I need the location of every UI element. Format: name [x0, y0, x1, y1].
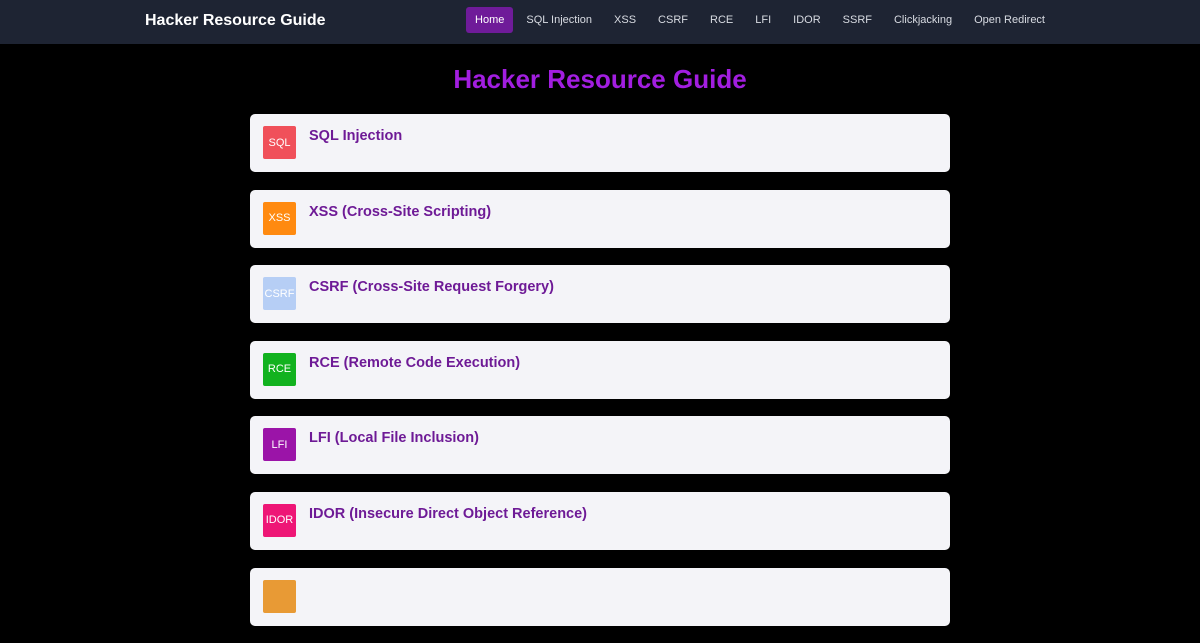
card-title: IDOR (Insecure Direct Object Reference) [309, 505, 588, 522]
lfi-icon: LFI [263, 428, 296, 462]
card-title: RCE (Remote Code Execution) [309, 354, 521, 371]
xss-icon: XSS [263, 201, 296, 235]
nav-link-home[interactable]: Home [466, 7, 514, 33]
card-title: XSS (Cross-Site Scripting) [309, 203, 492, 220]
idor-icon: IDOR [263, 503, 296, 537]
card-title: CSRF (Cross-Site Request Forgery) [309, 279, 554, 296]
card-title: LFI (Local File Inclusion) [309, 430, 479, 447]
sql-icon: SQL [263, 126, 296, 159]
nav-link-open-redirect[interactable]: Open Redirect [965, 7, 1054, 33]
nav-link-clickjacking[interactable]: Clickjacking [885, 7, 961, 33]
nav-link-idor[interactable]: IDOR [784, 7, 830, 33]
top-navbar: Hacker Resource Guide Home SQL Injection… [0, 0, 1200, 44]
nav-link-sql-injection[interactable]: SQL Injection [517, 7, 601, 33]
resource-card-csrf[interactable]: CSRF CSRF (Cross-Site Request Forgery) [250, 265, 950, 324]
card-title: SQL Injection [309, 128, 403, 144]
resource-card-rce[interactable]: RCE RCE (Remote Code Execution) [250, 340, 950, 399]
resource-card-sql-injection[interactable]: SQL SQL Injection [250, 114, 950, 172]
resource-card-xss[interactable]: XSS XSS (Cross-Site Scripting) [250, 189, 950, 248]
nav-link-xss[interactable]: XSS [605, 7, 645, 33]
resource-card-idor[interactable]: IDOR IDOR (Insecure Direct Object Refere… [250, 491, 950, 550]
csrf-icon: CSRF [263, 277, 296, 311]
nav-link-lfi[interactable]: LFI [746, 7, 780, 33]
nav-link-ssrf[interactable]: SSRF [834, 7, 881, 33]
resource-card-lfi[interactable]: LFI LFI (Local File Inclusion) [250, 416, 950, 475]
resource-card-partial[interactable] [250, 567, 950, 626]
nav-link-rce[interactable]: RCE [701, 7, 742, 33]
rce-icon: RCE [263, 352, 296, 386]
nav-links: Home SQL Injection XSS CSRF RCE LFI IDOR… [462, 7, 1054, 33]
page-title: Hacker Resource Guide [453, 64, 747, 94]
resource-card-list: SQL SQL Injection XSS XSS (Cross-Site Sc… [250, 114, 950, 643]
navbar-brand[interactable]: Hacker Resource Guide [145, 12, 326, 30]
nav-link-csrf[interactable]: CSRF [649, 7, 697, 33]
